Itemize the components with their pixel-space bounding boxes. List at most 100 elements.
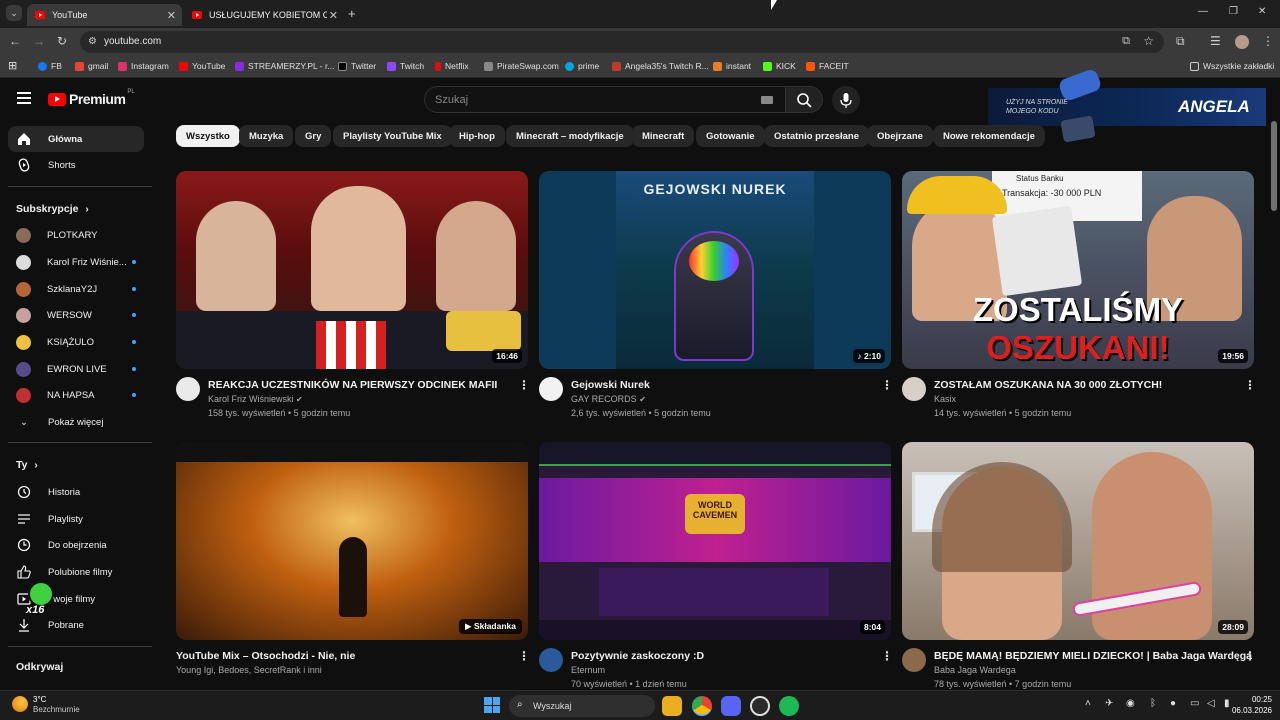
channel-avatar[interactable]: [902, 648, 926, 672]
channel-avatar[interactable]: [539, 377, 563, 401]
bookmark-fb[interactable]: FB: [38, 61, 62, 71]
reload-icon[interactable]: ↻: [57, 34, 67, 48]
new-tab-button[interactable]: +: [348, 6, 356, 21]
tray-mic-icon[interactable]: ●: [1170, 698, 1176, 709]
video-title[interactable]: YouTube Mix – Otsochodzi - Nie, nie: [176, 650, 355, 662]
chip-music[interactable]: Muzyka: [239, 125, 294, 147]
chip-cooking[interactable]: Gotowanie: [696, 125, 765, 147]
you-heading[interactable]: Ty ›: [16, 459, 38, 471]
chip-youtube-mix[interactable]: Playlisty YouTube Mix: [333, 125, 452, 147]
profile-avatar[interactable]: [1235, 35, 1249, 49]
video-menu-icon[interactable]: ⋮: [1244, 378, 1256, 392]
weather-desc[interactable]: Bezchmurnie: [33, 705, 80, 714]
reading-list-icon[interactable]: ☰: [1210, 34, 1221, 48]
show-more-button[interactable]: ⌄ Pokaż więcej: [8, 409, 144, 435]
tray-chevron-up-icon[interactable]: ˄: [1085, 698, 1091, 709]
close-tab-icon[interactable]: ✕: [329, 9, 338, 22]
bookmark-prime[interactable]: prime: [565, 61, 599, 71]
tab-youtube[interactable]: YouTube ✕: [27, 4, 182, 26]
weather-icon[interactable]: [12, 696, 28, 712]
sidebar-item-subscription[interactable]: Karol Friz Wiśnie...: [8, 249, 144, 275]
video-title[interactable]: REAKCJA UCZESTNIKÓW NA PIERWSZY ODCINEK …: [208, 379, 497, 391]
video-thumbnail[interactable]: 28:09: [902, 442, 1254, 640]
windows-start-icon[interactable]: [484, 697, 500, 713]
sidebar-item-subscription[interactable]: SzklanaY2J: [8, 276, 144, 302]
bookmark-instant[interactable]: instant: [713, 61, 751, 71]
apps-grid-icon[interactable]: ⊞: [8, 59, 17, 72]
sidebar-item-history[interactable]: Historia: [8, 479, 144, 505]
site-info-icon[interactable]: ⚙: [88, 36, 97, 47]
tray-volume-icon[interactable]: ◁: [1207, 698, 1215, 709]
bookmark-youtube[interactable]: YouTube: [179, 61, 225, 71]
sidebar-item-shorts[interactable]: Shorts: [8, 152, 144, 178]
video-menu-icon[interactable]: ⋮: [1244, 649, 1256, 663]
address-bar[interactable]: ⚙ youtube.com ⧉ ☆: [80, 31, 1164, 53]
youtube-premium-logo[interactable]: Premium PL: [48, 89, 135, 107]
channel-avatar[interactable]: [176, 377, 200, 401]
subscriptions-heading[interactable]: Subskrypcje ›: [16, 203, 89, 215]
channel-name[interactable]: Karol Friz Wiśniewski ✔: [208, 394, 303, 404]
chip-new-recommendations[interactable]: Nowe rekomendacje: [933, 125, 1045, 147]
video-thumbnail[interactable]: 16:46: [176, 171, 528, 369]
video-menu-icon[interactable]: ⋮: [518, 649, 530, 663]
channel-avatar[interactable]: [539, 648, 563, 672]
video-title[interactable]: Pozytywnie zaskoczony :D: [571, 650, 704, 662]
bookmark-netflix[interactable]: Netflix: [435, 61, 469, 71]
chip-games[interactable]: Gry: [295, 125, 332, 147]
channel-name[interactable]: Kasix: [934, 394, 956, 404]
channel-name[interactable]: GAY RECORDS ✔: [571, 394, 646, 404]
bookmark-angela[interactable]: Angela35's Twitch R...: [612, 61, 709, 71]
tray-network-icon[interactable]: ▭: [1190, 698, 1199, 709]
search-button[interactable]: [785, 86, 823, 113]
video-title[interactable]: BĘDĘ MAMĄ! BĘDZIEMY MIELI DZIECKO! | Bab…: [934, 650, 1252, 662]
channel-name[interactable]: Young Igi, Bedoes, SecretRank i inni: [176, 665, 322, 675]
sidebar-item-watch-later[interactable]: Do obejrzenia: [8, 532, 144, 558]
sidebar-item-liked[interactable]: Polubione filmy: [8, 559, 144, 585]
taskbar-search[interactable]: ⌕ Wyszukaj: [509, 695, 655, 717]
sidebar-item-subscription[interactable]: EWRON LIVE: [8, 356, 144, 382]
install-app-icon[interactable]: ⧉: [1122, 35, 1130, 48]
bookmark-twitter[interactable]: Twitter: [338, 61, 376, 71]
sidebar-item-subscription[interactable]: KSIĄŻULO: [8, 329, 144, 355]
weather-temp[interactable]: 3°C: [33, 695, 46, 704]
video-thumbnail[interactable]: Status Banku Transakcja: -30 000 PLN ZOS…: [902, 171, 1254, 369]
hamburger-menu-icon[interactable]: [17, 92, 31, 104]
video-thumbnail[interactable]: GEJOWSKI NUREK ♪ 2:10: [539, 171, 891, 369]
tab-search-icon[interactable]: ⌄: [6, 5, 22, 21]
tray-controller-icon[interactable]: ◉: [1126, 698, 1135, 709]
back-icon[interactable]: ←: [9, 34, 21, 48]
page-scrollbar[interactable]: [1271, 121, 1277, 211]
video-menu-icon[interactable]: ⋮: [881, 378, 893, 392]
keyboard-icon[interactable]: [761, 96, 773, 104]
search-input[interactable]: Szukaj: [424, 86, 786, 113]
maximize-button[interactable]: ❐: [1229, 6, 1238, 17]
channel-name[interactable]: Baba Jaga Wardega: [934, 665, 1016, 675]
video-menu-icon[interactable]: ⋮: [881, 649, 893, 663]
discord-icon[interactable]: [721, 696, 741, 716]
chip-hiphop[interactable]: Hip-hop: [449, 125, 505, 147]
bookmark-faceit[interactable]: FACEIT: [806, 61, 849, 71]
bookmark-pirateswap[interactable]: PirateSwap.com: [484, 61, 559, 71]
chip-watched[interactable]: Obejrzane: [867, 125, 933, 147]
spotify-icon[interactable]: [779, 696, 799, 716]
video-thumbnail[interactable]: ▶ Składanka: [176, 442, 528, 640]
tab-second[interactable]: USŁUGUJEMY KOBIETOM CAŁY ✕: [184, 4, 344, 26]
voice-search-button[interactable]: [832, 86, 860, 114]
video-thumbnail[interactable]: WORLD CAVEMEN 8:04: [539, 442, 891, 640]
close-window-button[interactable]: ✕: [1258, 6, 1266, 17]
video-title[interactable]: Gejowski Nurek: [571, 379, 650, 391]
video-title[interactable]: ZOSTAŁAM OSZUKANA NA 30 000 ZŁOTYCH!: [934, 379, 1162, 391]
channel-name[interactable]: Eternum: [571, 665, 605, 675]
sidebar-item-subscription[interactable]: PLOTKARY: [8, 222, 144, 248]
steam-icon[interactable]: [750, 696, 770, 716]
chip-minecraft[interactable]: Minecraft: [632, 125, 695, 147]
chrome-icon[interactable]: [692, 696, 712, 716]
chip-recently-uploaded[interactable]: Ostatnio przesłane: [764, 125, 869, 147]
video-menu-icon[interactable]: ⋮: [518, 378, 530, 392]
tray-bluetooth-icon[interactable]: ᛒ: [1150, 698, 1156, 709]
bookmark-star-icon[interactable]: ☆: [1143, 34, 1154, 48]
forward-icon[interactable]: →: [33, 34, 45, 48]
bookmark-gmail[interactable]: gmail: [75, 61, 108, 71]
bookmark-streamerzy[interactable]: STREAMERZY.PL - r...: [235, 61, 334, 71]
bookmark-kick[interactable]: KICK: [763, 61, 796, 71]
